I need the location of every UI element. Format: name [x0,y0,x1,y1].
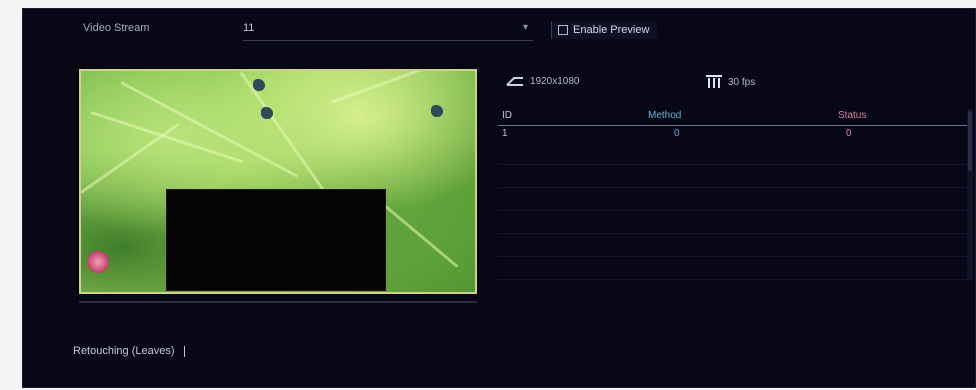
empty-row [498,234,973,257]
empty-row [498,142,973,165]
description-value: Retouching (Leaves) [73,345,178,357]
insect-shape [261,107,273,119]
settings-row: Video Stream 11 ▾ Enable Preview [83,19,975,41]
video-stream-label: Video Stream [83,22,150,34]
checkbox-box[interactable] [558,25,568,35]
description-text[interactable]: Retouching (Leaves) [73,345,185,357]
video-stream-value: 11 [243,22,255,34]
table-row[interactable]: 1 0 0 [498,126,973,142]
vertical-scrollbar[interactable] [967,109,973,279]
video-stream-select[interactable]: 11 ▾ [243,19,533,41]
grass-blade [81,122,181,194]
text-cursor [183,345,185,357]
video-preview[interactable] [79,69,477,294]
empty-row [498,165,973,188]
resolution-value: 1920x1080 [530,75,580,87]
playback-scrubber[interactable] [79,301,477,303]
framerate-info: 30 fps [706,75,755,89]
cell-status: 0 [846,128,852,139]
column-header-id[interactable]: ID [502,110,512,121]
select-underline [243,40,533,41]
occluded-region [166,189,386,291]
column-header-status[interactable]: Status [838,110,866,121]
camera-icon [506,75,524,87]
cell-method: 0 [674,128,680,139]
details-panel: 1920x1080 30 fps ID Method Status 1 0 0 [498,65,973,295]
enable-preview-label: Enable Preview [573,24,650,36]
empty-row [498,257,973,280]
enable-preview-checkbox[interactable]: Enable Preview [551,21,658,39]
framerate-value: 30 fps [728,76,756,88]
resolution-info: 1920x1080 [506,75,580,87]
flower-shape [87,251,109,273]
empty-row [498,188,973,211]
scrollbar-thumb[interactable] [968,111,972,171]
cell-id: 1 [502,128,508,139]
table-header: ID Method Status [498,109,973,126]
results-table: ID Method Status 1 0 0 [498,109,973,280]
app-window: Video Stream 11 ▾ Enable Preview Retouch… [22,8,976,388]
insect-shape [253,79,265,91]
empty-row [498,211,973,234]
grass-blade [330,71,473,104]
chevron-down-icon: ▾ [523,22,529,33]
film-icon [706,75,722,89]
grass-blade [380,201,459,268]
column-header-method[interactable]: Method [648,110,681,121]
insect-shape [431,105,443,117]
